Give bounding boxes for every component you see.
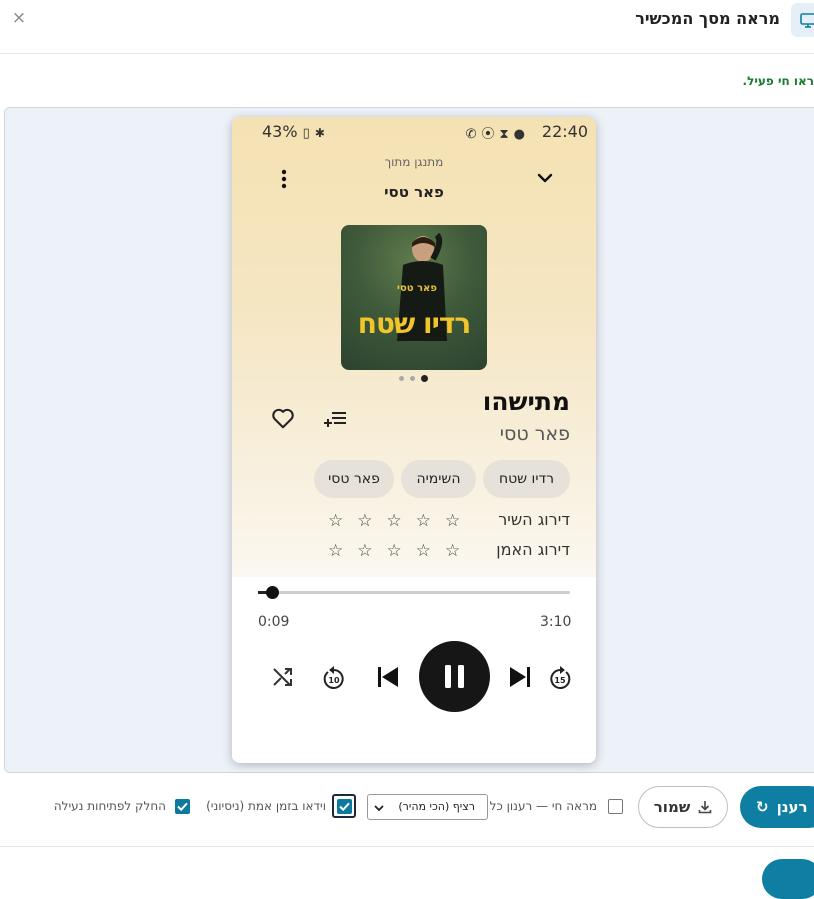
close-icon[interactable]: × <box>10 8 28 28</box>
svg-text:10: 10 <box>328 676 340 685</box>
song-rating-stars[interactable]: ☆☆☆☆☆ <box>328 511 474 531</box>
artist-name[interactable]: פאר טסי <box>500 423 570 445</box>
seek-bar[interactable] <box>258 591 570 594</box>
song-rating-label: דירוג השיר <box>498 510 570 529</box>
chip-album[interactable]: רדיו שטח <box>483 460 570 498</box>
realtime-video-label: וידאו בזמן אמת (ניסיוני) <box>206 799 326 813</box>
chip-artist[interactable]: פאר טסי <box>314 460 394 498</box>
device-screen[interactable]: 43% ▯ ✱ ✆⦿⧗● 22:40 מתנגן מתוך פאר טסי פא… <box>232 117 596 763</box>
download-icon <box>698 801 712 814</box>
album-cover[interactable]: פאר טסי רדיו שטח <box>341 225 487 370</box>
battery-status: 43% ▯ ✱ <box>262 122 325 141</box>
save-button[interactable]: שמור <box>638 786 728 828</box>
chevron-down-icon[interactable] <box>534 167 556 189</box>
bluetooth-icon: ✱ <box>314 126 325 140</box>
footer-divider <box>0 846 814 847</box>
live-refresh-checkbox[interactable] <box>608 799 623 814</box>
checkbox-checked <box>336 798 352 814</box>
footer-button[interactable] <box>762 859 814 899</box>
page-dot <box>399 376 404 381</box>
elapsed-time: 0:09 <box>258 614 290 630</box>
forward-15-icon[interactable]: 15 <box>546 662 574 692</box>
cover-artist-text: פאר טסי <box>397 283 437 294</box>
signal-icon: ⦿ <box>481 127 500 142</box>
save-label: שמור <box>653 798 691 816</box>
svg-text:15: 15 <box>554 676 566 685</box>
chevron-down-icon <box>374 805 384 812</box>
rewind-10-icon[interactable]: 10 <box>320 662 348 692</box>
refresh-label: רענן <box>776 798 808 816</box>
total-time: 3:10 <box>540 614 572 630</box>
artist-rating-label: דירוג האמן <box>496 540 570 559</box>
header-divider <box>0 53 814 54</box>
shuffle-icon[interactable] <box>270 662 298 692</box>
smooth-unlock-checkbox[interactable] <box>175 799 190 814</box>
next-icon[interactable] <box>506 662 534 692</box>
pause-button[interactable] <box>419 641 490 712</box>
heart-icon[interactable] <box>270 405 296 431</box>
clock: 22:40 <box>541 122 588 141</box>
page-dot <box>410 376 415 381</box>
dialog-title: מראה מסך המכשיר <box>635 9 780 28</box>
refresh-interval-select[interactable]: רציף (הכי מהיר) <box>367 794 488 820</box>
battery-percent: 43% <box>262 122 298 141</box>
monitor-icon[interactable] <box>791 3 814 37</box>
refresh-button[interactable]: ↻ רענן <box>740 786 814 828</box>
more-options-icon[interactable] <box>277 169 291 189</box>
alert-icon: ● <box>513 127 530 142</box>
battery-icon: ▯ <box>302 126 310 141</box>
interval-value: רציף (הכי מהיר) <box>398 800 475 813</box>
chip-lyrics[interactable]: השימיה <box>401 460 476 498</box>
pause-icon <box>445 665 464 688</box>
hourglass-icon: ⧗ <box>499 127 514 142</box>
realtime-video-checkbox[interactable] <box>332 794 356 818</box>
add-to-queue-icon[interactable] <box>322 407 348 431</box>
live-status-text: ראו חי פעיל. <box>742 74 814 88</box>
artist-rating-stars[interactable]: ☆☆☆☆☆ <box>328 541 474 561</box>
smooth-unlock-label: החלק לפתיחות נעילה <box>53 799 166 813</box>
song-title: מתישהו <box>482 387 570 416</box>
previous-icon[interactable] <box>374 662 402 692</box>
live-refresh-label: מראה חי — רענון כל <box>489 799 597 813</box>
phone-icon: ✆ <box>465 127 482 142</box>
refresh-icon: ↻ <box>756 798 769 816</box>
page-dot-active <box>421 375 428 382</box>
status-icons: ✆⦿⧗● <box>466 123 530 142</box>
cover-title-text: רדיו שטח <box>357 307 471 340</box>
